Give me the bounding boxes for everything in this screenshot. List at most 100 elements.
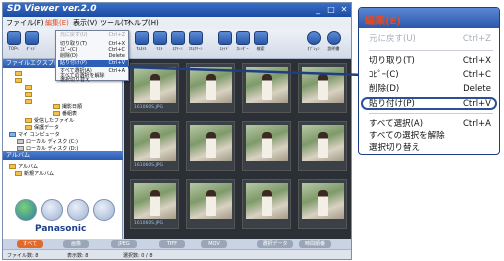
album-icon bbox=[15, 171, 22, 176]
photo bbox=[246, 183, 288, 219]
thumbnail-icon bbox=[134, 31, 149, 45]
toolbar-button-screen[interactable]: ｽｸﾘｰﾝ bbox=[169, 31, 186, 52]
thumbnail[interactable]: 161060S.JPG bbox=[130, 179, 179, 229]
menu-bar: ファイル(F) 編集(E) 表示(V) ツール(T) ヘルプ(H) bbox=[3, 17, 351, 29]
folder-icon bbox=[25, 92, 32, 97]
help-icon bbox=[326, 31, 341, 45]
thumbnail[interactable] bbox=[242, 179, 291, 229]
thumbnail[interactable] bbox=[186, 179, 235, 229]
disk-icon bbox=[17, 139, 24, 144]
album-item[interactable]: アルバム bbox=[9, 163, 38, 170]
close-button[interactable]: ✕ bbox=[339, 5, 349, 15]
photo bbox=[302, 183, 344, 219]
minimize-button[interactable]: _ bbox=[313, 5, 323, 15]
menu-item-paste[interactable]: 貼り付け(P) Ctrl+V bbox=[58, 60, 128, 67]
menu-edit[interactable]: 編集(E) bbox=[45, 18, 69, 28]
zoomed-menu-title: 編集(E) bbox=[365, 16, 401, 27]
zoomed-menu-header: 編集(E) bbox=[359, 8, 499, 28]
zoom-connector-line bbox=[128, 65, 364, 77]
slideshow-icon bbox=[217, 31, 232, 45]
sd-viewer-window: SD Viewer ver.2.0 _ □ ✕ ファイル(F) 編集(E) 表示… bbox=[2, 2, 352, 260]
thumbnail[interactable] bbox=[242, 121, 291, 171]
folder-icon bbox=[25, 85, 32, 90]
menu-item-delete[interactable]: 削除(D) Delete bbox=[58, 53, 128, 60]
tree-item-my-computer[interactable]: マイ コンピュータ bbox=[9, 131, 60, 138]
toolbar-button-top[interactable]: TOPﾍ bbox=[5, 31, 22, 52]
thumbnail[interactable] bbox=[186, 121, 235, 171]
tree-item-by-date[interactable]: 撮影日順 bbox=[53, 103, 82, 110]
menu-item-undo[interactable]: 元に戻す(U) Ctrl+Z bbox=[369, 33, 495, 46]
thumbnail[interactable]: 161060S.JPG bbox=[130, 121, 179, 171]
photo bbox=[190, 125, 232, 161]
menu-item-invert-selection[interactable]: 選択切り替え bbox=[369, 142, 495, 155]
status-bar: ファイル数: 8 表示数: 8 選択数: 0 / 8 bbox=[3, 249, 351, 259]
thumbnail[interactable] bbox=[298, 179, 347, 229]
tab-jpeg[interactable]: JPEG bbox=[111, 240, 137, 248]
toolbar-button-options[interactable]: ｵﾌﾟｼｮﾝ bbox=[305, 31, 322, 52]
left-panel: ファイルエクスプローラ 撮影日順 番組表 受信したファイル 保護データ マイ コ… bbox=[3, 59, 123, 239]
zoomed-edit-menu: 編集(E) 元に戻す(U) Ctrl+Z 切り取り(T) Ctrl+X ｺﾋﾟｰ(C… bbox=[358, 7, 500, 155]
tree-item-received[interactable]: 受信したファイル bbox=[25, 117, 74, 124]
menu-item-delete[interactable]: 削除(D) Delete bbox=[369, 83, 495, 96]
tree-item-protected[interactable]: 保護データ bbox=[25, 124, 59, 131]
menu-item-copy[interactable]: ｺﾋﾟｰ(C) Ctrl+C bbox=[369, 69, 495, 82]
thumbnail[interactable] bbox=[298, 121, 347, 171]
tab-image[interactable]: 画像 bbox=[63, 240, 89, 248]
status-display-count: 表示数: 8 bbox=[67, 253, 89, 259]
menu-separator bbox=[369, 113, 493, 114]
menu-item-undo[interactable]: 元に戻す(U) Ctrl+Z bbox=[58, 32, 128, 39]
tab-time-order[interactable]: 時間順番 bbox=[299, 240, 331, 248]
folder-icon bbox=[53, 104, 60, 109]
filter-tab-bar: すべて 画像 JPEG TIFF MOV 選択データ 時間順番 bbox=[3, 239, 351, 249]
menu-view[interactable]: 表示(V) bbox=[73, 18, 97, 28]
menu-help[interactable]: ヘルプ(H) bbox=[127, 18, 159, 28]
device-button[interactable] bbox=[41, 199, 63, 221]
tab-all[interactable]: すべて bbox=[17, 240, 43, 248]
tab-mov[interactable]: MOV bbox=[201, 240, 227, 248]
album-header: アルバム bbox=[3, 151, 123, 160]
top-icon bbox=[6, 31, 21, 45]
list-icon bbox=[152, 31, 167, 45]
toolbar-button-calendar[interactable]: ｶﾚﾝﾀﾞｰ bbox=[234, 31, 251, 52]
tree-item[interactable] bbox=[25, 92, 34, 98]
tab-selected-data[interactable]: 選択データ bbox=[257, 240, 293, 248]
folder-icon bbox=[15, 71, 22, 76]
menu-file[interactable]: ファイル(F) bbox=[6, 18, 44, 28]
folder-icon bbox=[25, 125, 32, 130]
menu-item-invert-selection[interactable]: 選択切り替え bbox=[58, 78, 128, 83]
status-file-count: ファイル数: 8 bbox=[7, 253, 39, 259]
photo bbox=[246, 125, 288, 161]
menu-separator bbox=[369, 50, 493, 51]
tab-tiff[interactable]: TIFF bbox=[159, 240, 185, 248]
edit-menu-dropdown: 元に戻す(U) Ctrl+Z 切り取り(T) Ctrl+X ｺﾋﾟｰ(C) Ctrl+… bbox=[55, 30, 129, 83]
photo bbox=[134, 125, 176, 161]
tree-item[interactable] bbox=[25, 85, 34, 91]
screen-icon bbox=[170, 31, 185, 45]
tree-item-program[interactable]: 番組表 bbox=[53, 110, 77, 117]
options-icon bbox=[306, 31, 321, 45]
toolbar-button-search[interactable]: 検索 bbox=[252, 31, 269, 52]
toolbar-button-list[interactable]: ﾘｽﾄ bbox=[151, 31, 168, 52]
tree-item[interactable] bbox=[15, 71, 24, 77]
new-album-item[interactable]: 新規アルバム bbox=[15, 170, 54, 177]
folder-icon bbox=[25, 118, 32, 123]
photo bbox=[190, 183, 232, 219]
toolbar-button-fullscreen[interactable]: ﾌﾙｽｸﾘｰﾝ bbox=[187, 31, 204, 52]
sd-card-button[interactable] bbox=[15, 199, 37, 221]
toolbar-button-import[interactable]: ﾀﾞｲｼﾞ bbox=[23, 31, 40, 52]
tree-item[interactable] bbox=[25, 99, 34, 105]
tree-item[interactable] bbox=[15, 78, 24, 84]
toolbar-button-slide[interactable]: ｽﾗｲﾄﾞ bbox=[216, 31, 233, 52]
maximize-button[interactable]: □ bbox=[326, 5, 336, 15]
menu-item-cut[interactable]: 切り取り(T) Ctrl+X bbox=[369, 55, 495, 68]
toolbar-button-help[interactable]: 説明書 bbox=[325, 31, 342, 52]
search-icon bbox=[253, 31, 268, 45]
device-button[interactable] bbox=[93, 199, 115, 221]
panasonic-logo: Panasonic bbox=[35, 224, 87, 234]
tree-item-disk-c[interactable]: ローカル ディスク (C:) bbox=[17, 138, 78, 145]
toolbar-button-thumbnail[interactable]: ｻﾑﾈｲﾙ bbox=[133, 31, 150, 52]
import-icon bbox=[24, 31, 39, 45]
calendar-icon bbox=[235, 31, 250, 45]
device-button[interactable] bbox=[67, 199, 89, 221]
menu-item-paste[interactable]: 貼り付け(P) Ctrl+V bbox=[361, 97, 497, 110]
